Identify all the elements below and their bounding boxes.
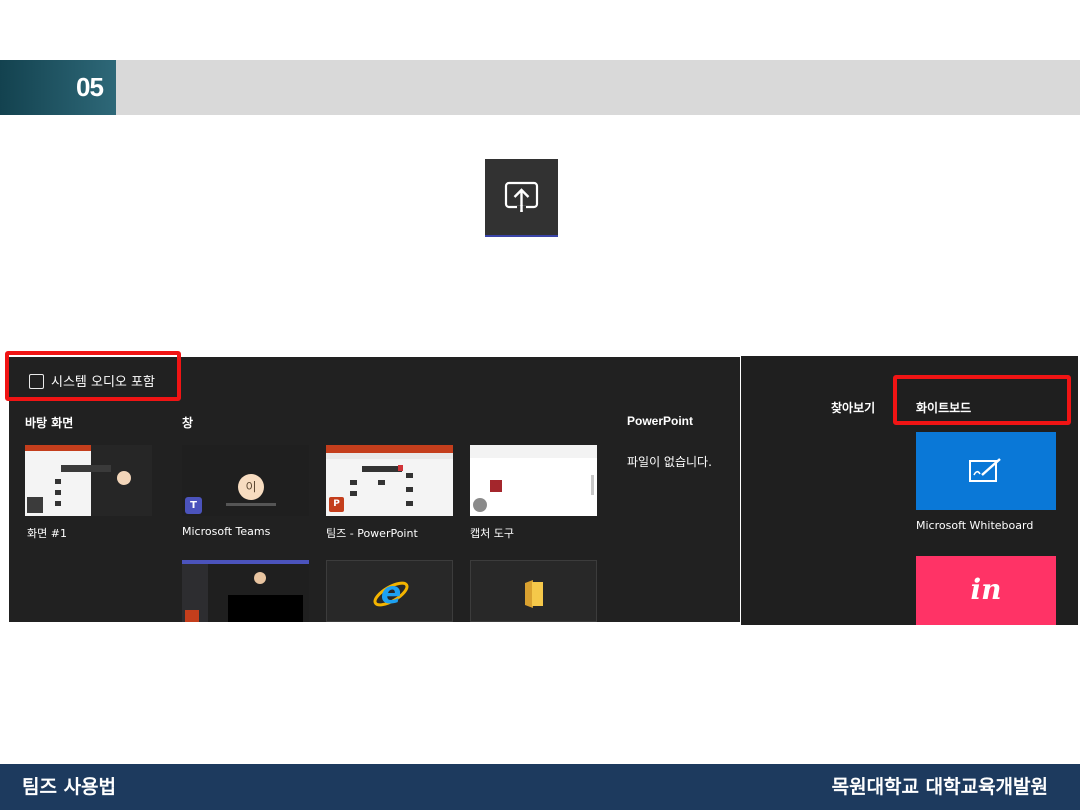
section-desktop-title: 바탕 화면 — [25, 416, 74, 430]
thumb-block — [378, 480, 385, 485]
microsoft-whiteboard-caption: Microsoft Whiteboard — [916, 519, 1034, 532]
avatar: 이 — [238, 474, 264, 500]
thumb-menu-bar — [470, 445, 597, 458]
thumb-block — [350, 480, 357, 485]
thumb-block — [406, 501, 413, 506]
thumb-block — [55, 501, 61, 506]
footer-title: 팀즈 사용법 — [22, 776, 117, 798]
window-thumbnail-teams[interactable]: 이 T — [182, 445, 309, 516]
thumb-title-bar — [182, 560, 309, 564]
thumb-text-line — [226, 503, 276, 506]
desktop-screen-caption: 화면 #1 — [27, 527, 67, 540]
section-window-title: 창 — [182, 416, 194, 430]
section-number: 05 — [76, 72, 104, 102]
teams-icon: T — [185, 497, 202, 514]
share-screen-icon — [504, 181, 539, 212]
internet-explorer-icon: e — [373, 576, 409, 611]
thumb-block — [55, 479, 61, 484]
invision-icon: in — [970, 573, 1002, 606]
thumb-block — [406, 487, 413, 492]
snipping-tool-icon — [473, 498, 487, 512]
invision-tile[interactable]: in — [916, 556, 1056, 625]
thumb-avatar — [254, 572, 266, 584]
thumb-title-bar — [25, 445, 91, 451]
thumb-toolbar — [61, 465, 111, 472]
microsoft-whiteboard-tile[interactable] — [916, 432, 1056, 510]
footer-organization: 목원대학교 대학교육개발원 — [831, 776, 1048, 798]
tab-browse[interactable]: 찾아보기 — [831, 399, 875, 416]
desktop-screen-thumbnail[interactable] — [25, 445, 152, 516]
whiteboard-pen-icon — [969, 458, 1001, 482]
window-thumbnail-teams-meeting[interactable] — [182, 560, 309, 622]
header-band — [0, 60, 1080, 115]
window-caption-teams: Microsoft Teams — [182, 525, 271, 538]
section-powerpoint-title: PowerPoint — [627, 414, 694, 428]
thumb-block — [350, 491, 357, 496]
thumb-ribbon — [326, 453, 453, 459]
thumb-avatar — [117, 471, 131, 485]
thumb-red-mark — [490, 480, 502, 492]
window-caption-snipping-tool: 캡처 도구 — [470, 527, 514, 540]
thumb-block — [406, 473, 413, 478]
window-thumbnail-internet-explorer[interactable]: e — [326, 560, 453, 622]
footer-bar: 팀즈 사용법 목원대학교 대학교육개발원 — [0, 764, 1080, 810]
thumb-red-mark — [398, 465, 403, 471]
teams-meeting-icon — [185, 610, 199, 622]
share-content-button[interactable] — [485, 159, 558, 237]
powerpoint-empty-message: 파일이 없습니다. — [627, 455, 712, 469]
highlight-box-whiteboard — [893, 375, 1071, 425]
highlight-box-system-audio — [5, 351, 181, 401]
monitor-icon — [27, 497, 43, 513]
thumb-scrollbar — [591, 475, 594, 495]
share-button-accent — [485, 235, 558, 237]
thumb-toolbar — [362, 466, 402, 472]
thumb-title-bar — [326, 445, 453, 453]
svg-text:e: e — [381, 576, 401, 611]
window-thumbnail-file-explorer[interactable] — [470, 560, 597, 622]
window-thumbnail-powerpoint[interactable]: P — [326, 445, 453, 516]
powerpoint-icon: P — [329, 497, 344, 512]
window-caption-powerpoint: 팀즈 - PowerPoint — [326, 527, 418, 540]
thumb-video-area — [228, 595, 303, 622]
thumb-block — [55, 490, 61, 495]
window-thumbnail-snipping-tool[interactable] — [470, 445, 597, 516]
file-explorer-icon — [525, 580, 543, 608]
section-number-badge: 05 — [0, 60, 116, 115]
